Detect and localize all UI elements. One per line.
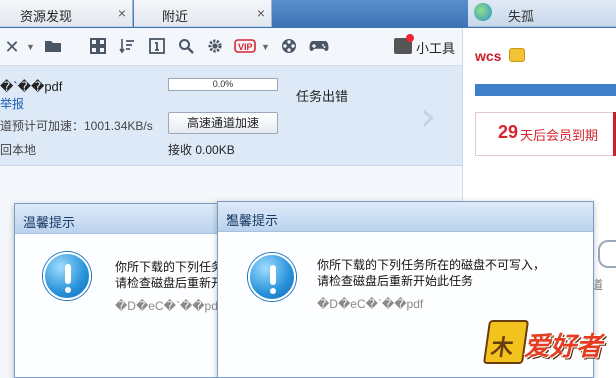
folder-icon[interactable]	[44, 38, 62, 56]
tab-label: 附近	[162, 9, 189, 24]
close-icon[interactable]: ×	[226, 210, 583, 225]
dialog-filename: �D�eC�`��pdf	[317, 297, 424, 311]
local-path-text[interactable]: 回本地	[0, 141, 36, 158]
warning-dialog-back: 温馨提示 你所下载的下列任务 请检查磁盘后重新开 �D�eC�`��pdf	[14, 203, 234, 378]
tab-bar: 资源发现 × 附近 × 失孤	[0, 0, 616, 28]
close-icon[interactable]: ✕	[3, 38, 21, 56]
grid-icon[interactable]	[89, 38, 107, 56]
chevron-right-icon[interactable]: ›	[420, 94, 436, 140]
vip-icon[interactable]: VIP	[234, 38, 256, 56]
days-suffix: 天后会员到期	[520, 128, 599, 143]
film-reel-icon[interactable]	[280, 38, 298, 56]
notification-dot	[406, 34, 414, 42]
info-icon	[248, 253, 296, 301]
dialog-message-line2: 请检查磁盘后重新开始此任务	[317, 274, 474, 288]
close-icon[interactable]: ×	[118, 5, 126, 21]
task-status: 任务出错	[296, 89, 349, 104]
dialog-message-line2: 请检查磁盘后重新开	[115, 276, 224, 290]
info-icon	[43, 252, 91, 300]
watermark-mark: 木	[489, 335, 515, 360]
toolbar: ✕ ▼ VIP ▼ 小工具	[0, 28, 462, 66]
shield-icon	[598, 240, 616, 268]
days-left: 29	[498, 122, 519, 142]
task-filename: �`��pdf	[0, 79, 63, 94]
watermark-text: 爱好者	[524, 331, 603, 361]
accelerate-speed-text: 道预计可加速：1001.34KB/s	[0, 119, 153, 133]
download-task-row[interactable]: �`��pdf 举报 道预计可加速：1001.34KB/s 回本地 0.0% 高…	[0, 66, 462, 166]
dialog-message-line1: 你所下载的下列任务所在的磁盘不可写入，	[317, 258, 546, 272]
tab-label: 失孤	[508, 9, 535, 24]
progress-bar: 0.0%	[168, 78, 278, 91]
caret-down-icon[interactable]: ▼	[26, 38, 35, 56]
membership-expiry-box[interactable]: 29 天后会员到期	[475, 112, 616, 156]
report-link[interactable]: 举报	[0, 95, 24, 112]
tab-nearby[interactable]: 附近 ×	[134, 0, 272, 27]
gamepad-icon[interactable]	[309, 38, 329, 56]
caret-down-icon[interactable]: ▼	[261, 38, 270, 56]
site-watermark-logo: 木 爱好者	[482, 316, 610, 372]
dialog-titlebar[interactable]: 温馨提示 ×	[218, 202, 593, 232]
gear-icon[interactable]	[206, 38, 224, 56]
info-box-icon[interactable]	[148, 38, 166, 56]
username[interactable]: wcs	[475, 48, 501, 64]
tools-label: 小工具	[416, 41, 456, 56]
dialog-titlebar[interactable]: 温馨提示	[15, 204, 233, 234]
sort-icon[interactable]	[118, 38, 136, 56]
tab-resource-discovery[interactable]: 资源发现 ×	[0, 0, 133, 27]
search-icon[interactable]	[177, 38, 195, 56]
dialog-title: 温馨提示	[23, 215, 76, 230]
dialog-filename: �D�eC�`��pdf	[115, 299, 222, 313]
tab-label: 资源发现	[20, 9, 73, 24]
app-logo-icon	[474, 3, 492, 21]
tab-movie[interactable]: 失孤	[468, 0, 616, 27]
level-bar	[475, 84, 616, 96]
received-size: 接收 0.00KB	[168, 143, 235, 157]
high-speed-accelerate-button[interactable]: 高速通道加速	[168, 112, 278, 134]
vip-badge-icon	[509, 48, 525, 62]
progress-text: 0.0%	[212, 79, 234, 89]
close-icon[interactable]: ×	[257, 5, 265, 21]
dialog-message-line1: 你所下载的下列任务	[115, 260, 224, 274]
svg-text:VIP: VIP	[238, 42, 253, 52]
